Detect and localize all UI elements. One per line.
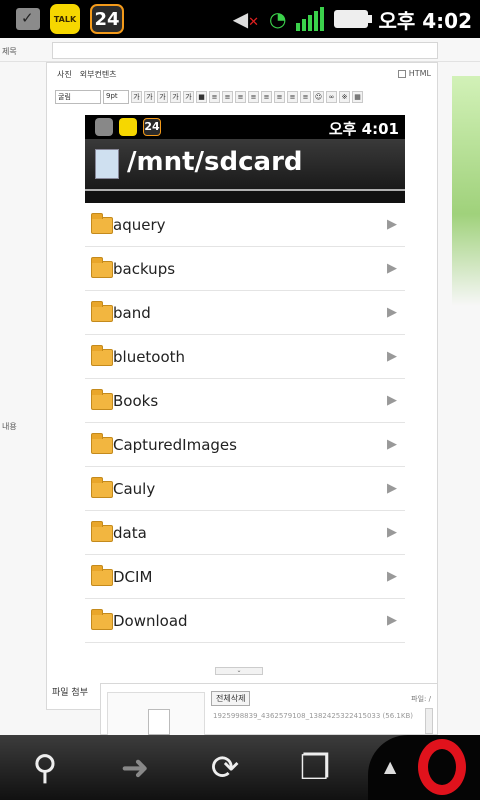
clock: 오후 4:02 [378,8,472,33]
browser-toolbar: ⚲ ➜ ⟳ ❐ ▲ [0,735,480,800]
font-color-button[interactable]: 가 [183,91,194,103]
folder-icon [91,345,113,366]
attachment-preview [107,692,205,735]
delete-all-button[interactable]: 전체삭제 [211,691,251,706]
folder-icon [91,213,113,234]
emoticon-button[interactable]: ☺ [313,91,324,103]
write-post-page: 제목 내용 사진 외부컨텐츠 HTML 굴림 9pt 가 가 가 가 가 ■ ≡… [0,38,480,735]
editor-tabs: 사진 외부컨텐츠 [57,69,117,80]
attachment-scrollbar[interactable] [425,708,433,734]
list-button[interactable]: ≡ [287,91,298,103]
html-checkbox[interactable]: HTML [397,69,431,78]
attached-file-name[interactable]: 1925998839_4362579108_1382425322415033 (… [213,712,413,720]
editor-toolbar: 굴림 9pt 가 가 가 가 가 ■ ≡ ≡ ≡ ≡ ≡ ≡ ≡ ≡ ☺ ∞ ※… [55,89,431,105]
line-height-button[interactable]: ≡ [300,91,311,103]
list-item[interactable]: bluetooth ▶ [85,335,405,379]
file-count: 파일: / [411,695,431,703]
download-done-icon[interactable] [16,8,40,30]
link-button[interactable]: ∞ [326,91,337,103]
opera-logo-icon [418,739,466,795]
mute-icon: ◀✕ [232,7,260,31]
path-title: /mnt/sdcard [127,147,303,177]
embedded-header: /mnt/sdcard [85,139,405,191]
reload-icon[interactable]: ⟳ [180,735,270,800]
wifi-icon: ◔ [269,7,287,31]
special-char-button[interactable]: ※ [339,91,350,103]
folder-icon [91,521,113,542]
title-row: 제목 [0,38,480,62]
download-done-icon [95,118,113,136]
opera-menu-button[interactable]: ▲ [368,735,480,800]
chevron-right-icon: ▶ [387,569,397,584]
folder-icon [91,433,113,454]
size-select[interactable]: 9pt [103,90,129,104]
tab-photo[interactable]: 사진 [57,69,72,80]
title-input[interactable] [52,42,438,59]
vine-decoration [452,76,480,306]
chevron-right-icon: ▶ [387,349,397,364]
folder-icon [91,565,113,586]
indent-button[interactable]: ≡ [261,91,272,103]
folder-icon [91,609,113,630]
list-item[interactable]: backups ▶ [85,247,405,291]
folder-icon [91,477,113,498]
embedded-clock: 오후 4:01 [328,120,399,138]
list-item[interactable]: band ▶ [85,291,405,335]
attachment-panel: 전체삭제 파일: / 1925998839_4362579108_1382425… [100,683,438,735]
checkbox-box[interactable] [397,69,406,78]
folder-icon [91,389,113,410]
bold-button[interactable]: 가 [131,91,142,103]
document-icon [95,149,119,179]
bg-color-button[interactable]: ■ [196,91,207,103]
embedded-status-bar: 24 오후 4:01 [85,115,405,139]
attachment-label: 파일 첨부 [52,688,88,698]
italic-button[interactable]: 가 [157,91,168,103]
signal-icon [296,7,325,31]
underline-button[interactable]: 가 [144,91,155,103]
outdent-button[interactable]: ≡ [274,91,285,103]
chevron-right-icon: ▶ [387,393,397,408]
chevron-right-icon: ▶ [387,481,397,496]
tab-external-content[interactable]: 외부컨텐츠 [80,69,117,80]
news24-icon: 24 [143,118,161,136]
align-right-button[interactable]: ≡ [235,91,246,103]
list-item[interactable]: Books ▶ [85,379,405,423]
list-item[interactable]: Download ▶ [85,599,405,643]
chevron-right-icon: ▶ [387,217,397,232]
kakaotalk-icon [119,118,137,136]
forward-icon[interactable]: ➜ [90,735,180,800]
tabs-icon[interactable]: ❐ [270,735,360,800]
list-item[interactable]: Cauly ▶ [85,467,405,511]
folder-list: aquery ▶ backups ▶ band ▶ bluetooth ▶ Books ▶… [85,203,405,643]
align-left-button[interactable]: ≡ [209,91,220,103]
zoom-back-icon[interactable]: ⚲ [0,735,90,800]
title-label: 제목 [2,47,17,56]
content-label: 내용 [2,422,17,431]
list-item[interactable]: aquery ▶ [85,203,405,247]
align-center-button[interactable]: ≡ [222,91,233,103]
strike-button[interactable]: 가 [170,91,181,103]
chevron-right-icon: ▶ [387,305,397,320]
list-item[interactable]: CapturedImages ▶ [85,423,405,467]
chevron-right-icon: ▶ [387,613,397,628]
chevron-right-icon: ▶ [387,261,397,276]
list-item[interactable]: data ▶ [85,511,405,555]
editor-resize-handle[interactable]: ⌄ [215,667,263,675]
align-justify-button[interactable]: ≡ [248,91,259,103]
list-item[interactable]: DCIM ▶ [85,555,405,599]
font-select[interactable]: 굴림 [55,90,101,104]
chevron-up-icon: ▲ [384,757,397,776]
folder-icon [91,257,113,278]
status-bar: TALK 24 ◀✕ ◔ 오후 4:02 [0,0,480,38]
table-button[interactable]: ▦ [352,91,363,103]
chevron-right-icon: ▶ [387,437,397,452]
folder-icon [91,301,113,322]
chevron-right-icon: ▶ [387,525,397,540]
news24-icon[interactable]: 24 [90,4,124,34]
battery-icon [334,10,373,28]
kakaotalk-icon[interactable]: TALK [50,4,80,34]
